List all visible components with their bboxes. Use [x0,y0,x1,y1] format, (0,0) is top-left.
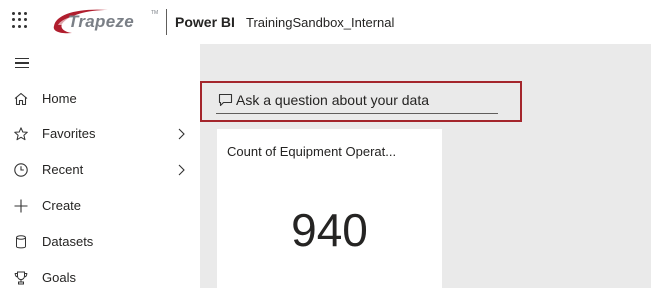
home-icon [14,92,28,106]
sidebar-item-label: Goals [42,270,76,285]
app-title[interactable]: Power BI [175,14,235,30]
logo-wordmark: Trapeze [68,12,135,31]
top-bar: Trapeze TM Power BI TrainingSandbox_Inte… [0,0,651,44]
sidebar-item-label: Home [42,91,77,106]
sidebar-item-recent[interactable]: Recent [0,155,200,185]
sidebar-item-label: Datasets [42,234,94,249]
trophy-icon [14,271,28,285]
logo-trademark: TM [151,10,159,16]
workspace-name[interactable]: TrainingSandbox_Internal [246,15,394,30]
sidebar-item-label: Create [42,198,82,213]
sidebar-item-label: Recent [42,162,84,177]
star-icon [14,127,28,141]
qa-input[interactable]: Ask a question about your data [216,88,498,114]
header-divider [166,9,167,35]
nav-sidebar: Home Favorites Recent Create Datasets Go… [0,44,200,288]
sidebar-item-goals[interactable]: Goals [0,263,200,293]
qa-placeholder: Ask a question about your data [236,92,430,108]
sidebar-item-create[interactable]: Create [0,191,200,221]
sidebar-item-home[interactable]: Home [0,84,200,114]
clock-icon [14,163,28,177]
plus-icon [14,199,28,213]
database-icon [16,235,26,249]
hamburger-menu-icon[interactable] [15,58,29,69]
sidebar-item-datasets[interactable]: Datasets [0,227,200,257]
qa-underline [216,113,498,114]
sidebar-item-favorites[interactable]: Favorites [0,119,200,149]
app-launcher-icon[interactable] [12,12,28,28]
card-tile[interactable]: Count of Equipment Operat... 940 [217,129,442,288]
chevron-right-icon[interactable] [176,163,186,177]
tile-value: 940 [291,204,368,256]
chevron-right-icon[interactable] [176,127,186,141]
chat-bubble-icon [218,93,233,107]
sidebar-item-label: Favorites [42,126,96,141]
tile-title: Count of Equipment Operat... [227,144,397,159]
